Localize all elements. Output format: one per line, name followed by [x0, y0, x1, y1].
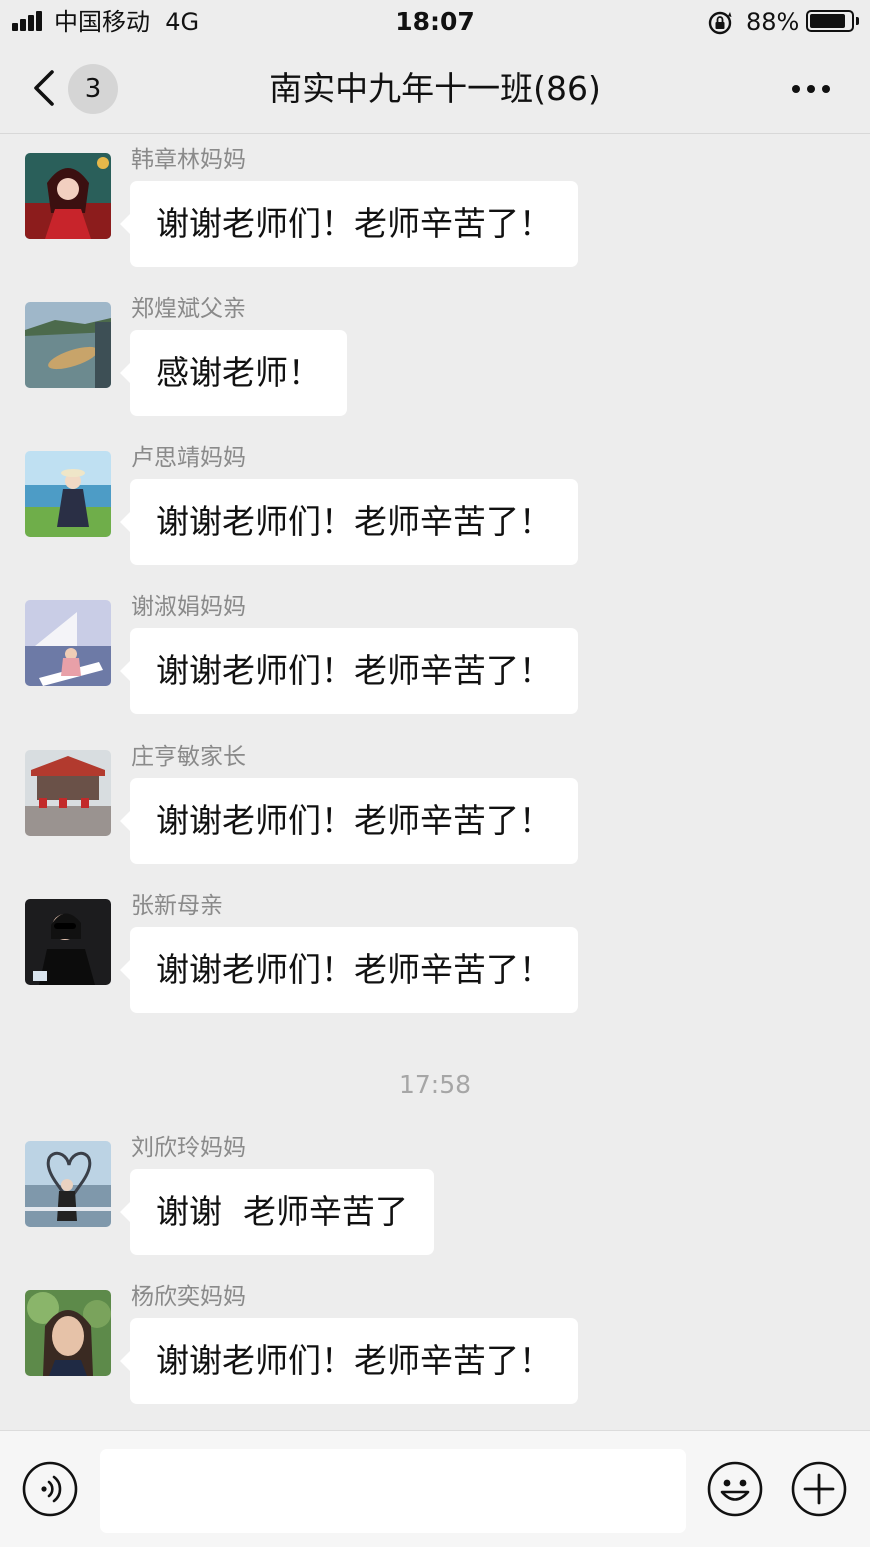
- avatar[interactable]: [25, 600, 111, 686]
- page-title: 南实中九年十一班(86): [269, 69, 601, 108]
- avatar[interactable]: [25, 451, 111, 537]
- sender-name: 卢思靖妈妈: [131, 445, 246, 471]
- avatar[interactable]: [25, 899, 111, 985]
- avatar[interactable]: [25, 153, 111, 239]
- sender-name: 谢淑娟妈妈: [131, 594, 246, 620]
- message-input[interactable]: [100, 1449, 686, 1533]
- sender-name: 杨欣奕妈妈: [131, 1284, 246, 1310]
- emoji-icon[interactable]: [707, 1461, 763, 1517]
- more-icon[interactable]: [788, 70, 834, 106]
- chat-input-bar: [0, 1430, 870, 1547]
- status-bar: 中国移动 4G 18:07 88%: [0, 0, 870, 44]
- sender-name: 庄亨敏家长: [131, 744, 246, 770]
- battery-fill: [810, 14, 845, 28]
- message-bubble[interactable]: 谢谢 老师辛苦了: [120, 1169, 434, 1255]
- voice-icon[interactable]: [22, 1461, 78, 1517]
- avatar[interactable]: [25, 1141, 111, 1227]
- message-bubble[interactable]: 谢谢老师们！老师辛苦了！: [120, 927, 578, 1013]
- avatar[interactable]: [25, 302, 111, 388]
- message-bubble[interactable]: 谢谢老师们！老师辛苦了！: [120, 181, 578, 267]
- lock-rotation-icon: [708, 11, 732, 35]
- plus-icon[interactable]: [791, 1461, 847, 1517]
- sender-name: 刘欣玲妈妈: [131, 1135, 246, 1161]
- message-bubble[interactable]: 谢谢老师们！老师辛苦了！: [120, 1318, 578, 1404]
- battery-icon: [806, 10, 854, 32]
- sender-name: 张新母亲: [131, 893, 223, 919]
- battery-percentage: 88%: [746, 8, 800, 36]
- chat-timestamp: 17:58: [398, 1070, 472, 1099]
- message-bubble[interactable]: 谢谢老师们！老师辛苦了！: [120, 479, 578, 565]
- message-bubble[interactable]: 谢谢老师们！老师辛苦了！: [120, 628, 578, 714]
- message-bubble[interactable]: 谢谢老师们！老师辛苦了！: [120, 778, 578, 864]
- clock: 18:07: [395, 7, 475, 36]
- avatar[interactable]: [25, 750, 111, 836]
- avatar[interactable]: [25, 1290, 111, 1376]
- battery-cap: [856, 17, 859, 25]
- sender-name: 韩章林妈妈: [131, 147, 246, 173]
- sender-name: 郑煌斌父亲: [131, 296, 246, 322]
- message-bubble[interactable]: 感谢老师！: [120, 330, 347, 416]
- chat-header: 3 南实中九年十一班(86): [0, 44, 870, 134]
